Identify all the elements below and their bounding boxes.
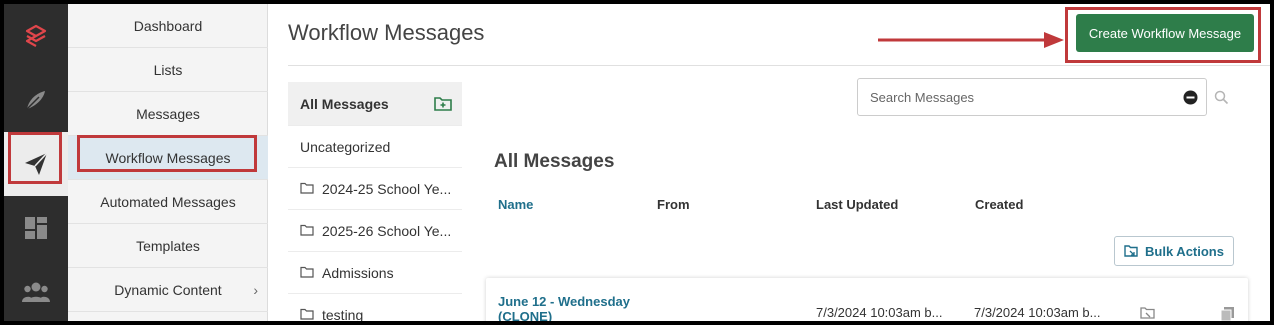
folder-list: All Messages Uncategorized 2024-25 Schoo… <box>288 82 462 321</box>
page-title: Workflow Messages <box>288 20 485 45</box>
folder-item-2025-26[interactable]: 2025-26 School Ye... <box>288 210 462 252</box>
search-input[interactable] <box>858 79 1158 115</box>
subnav-item-lists[interactable]: Lists <box>68 48 268 92</box>
column-header-last-updated: Last Updated <box>816 197 899 212</box>
subnav-item-label: Lists <box>153 61 183 78</box>
column-header-created: Created <box>975 197 1024 212</box>
column-header-from: From <box>657 197 690 212</box>
folder-label: All Messages <box>300 95 389 112</box>
folder-icon <box>300 223 314 239</box>
feather-icon <box>26 91 45 110</box>
subnav-item-label: Automated Messages <box>100 193 236 210</box>
subnav-item-dashboard[interactable]: Dashboard <box>68 4 268 48</box>
folder-label: Admissions <box>322 264 394 281</box>
bulk-actions-button[interactable]: Bulk Actions <box>1114 236 1234 266</box>
last-updated-cell: 7/3/2024 10:03am b... <box>816 305 943 320</box>
brand-logo-icon <box>25 24 47 47</box>
annotation-highlight-workflow-messages <box>77 135 257 172</box>
folder-item-all-messages[interactable]: All Messages <box>288 82 462 126</box>
folder-label: testing <box>322 306 364 322</box>
annotation-arrow-icon <box>878 32 1064 48</box>
bulk-actions-icon <box>1124 245 1138 257</box>
column-header-name[interactable]: Name <box>498 197 533 212</box>
search-box <box>857 78 1207 116</box>
annotation-highlight-create-button <box>1065 7 1261 63</box>
folder-item-testing[interactable]: testing <box>288 294 462 321</box>
table-row[interactable]: June 12 - Wednesday (CLONE) 7/3/2024 10:… <box>486 278 1248 321</box>
app-window: Dashboard Lists Messages Workflow Messag… <box>4 4 1270 321</box>
bulk-actions-label: Bulk Actions <box>1145 243 1224 259</box>
add-folder-icon[interactable] <box>434 95 452 114</box>
folder-label: Uncategorized <box>300 138 391 155</box>
rail-item-dashboard[interactable] <box>4 196 68 260</box>
copy-icon[interactable] <box>1220 306 1236 321</box>
section-title: All Messages <box>494 151 615 172</box>
folder-item-uncategorized[interactable]: Uncategorized <box>288 126 462 168</box>
header-divider <box>288 65 1270 66</box>
message-name-link[interactable]: June 12 - Wednesday (CLONE) <box>498 294 638 321</box>
subnav-item-messages[interactable]: Messages <box>68 92 268 136</box>
folder-label: 2025-26 School Ye... <box>322 222 452 239</box>
rail-item-home[interactable] <box>4 4 68 68</box>
search-icon[interactable] <box>1214 90 1229 110</box>
subnav-item-dynamic-content[interactable]: Dynamic Content › <box>68 268 268 312</box>
subnav-item-automated-messages[interactable]: Automated Messages <box>68 180 268 224</box>
subnav-item-label: Dynamic Content <box>114 281 222 298</box>
clear-search-icon[interactable] <box>1183 90 1198 110</box>
annotation-highlight-rail-messages <box>8 132 62 184</box>
folder-item-2024-25[interactable]: 2024-25 School Ye... <box>288 168 462 210</box>
move-to-folder-icon[interactable] <box>1140 306 1156 321</box>
folder-icon <box>300 307 314 322</box>
subnav-item-label: Templates <box>136 237 200 254</box>
subnav-item-label: Dashboard <box>133 17 203 34</box>
folder-item-admissions[interactable]: Admissions <box>288 252 462 294</box>
rail-item-feather[interactable] <box>4 68 68 132</box>
folder-icon <box>300 265 314 281</box>
rail-item-people[interactable] <box>4 260 68 321</box>
subnav-item-label: Messages <box>136 105 200 122</box>
folder-icon <box>300 181 314 197</box>
people-icon <box>22 282 50 302</box>
subnav-item-templates[interactable]: Templates <box>68 224 268 268</box>
dashboard-grid-icon <box>25 217 47 239</box>
chevron-right-icon: › <box>253 282 258 298</box>
folder-label: 2024-25 School Ye... <box>322 180 452 197</box>
created-cell: 7/3/2024 10:03am b... <box>974 305 1101 320</box>
